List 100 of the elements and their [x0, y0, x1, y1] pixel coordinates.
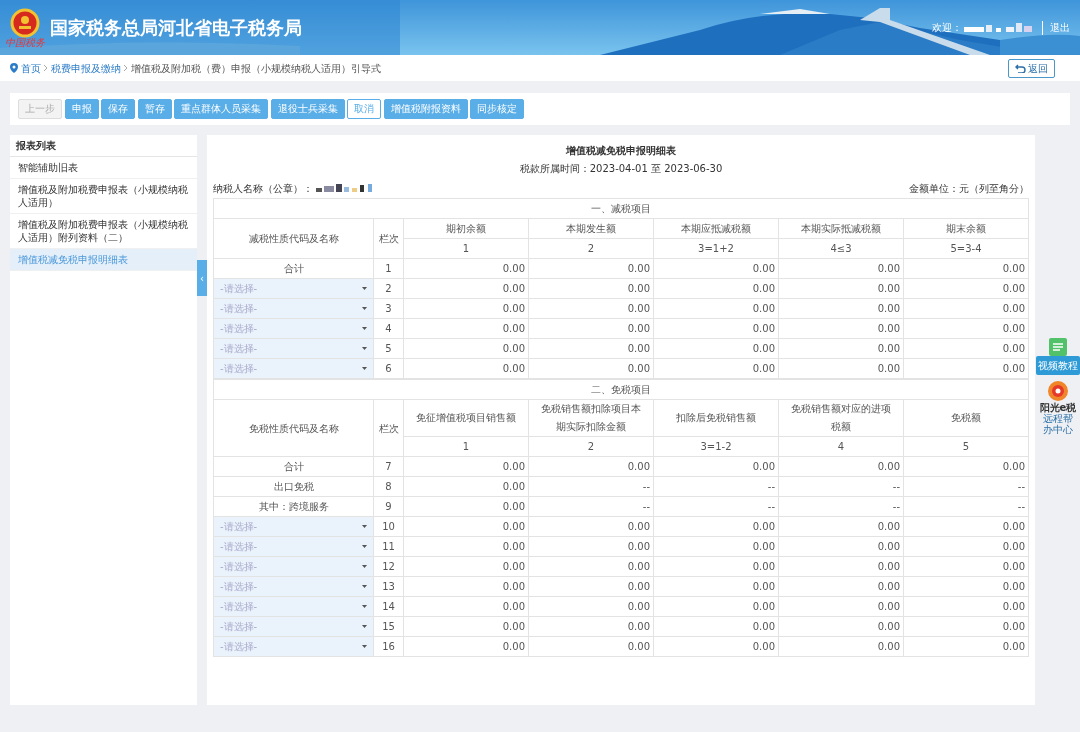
caret-icon [362, 605, 367, 608]
select-field[interactable]: -请选择- [214, 597, 373, 616]
select-field[interactable]: -请选择- [214, 339, 373, 358]
select-field[interactable]: -请选择- [214, 617, 373, 636]
amount-cell: 0.00 [752, 601, 775, 612]
amount-cell: 0.00 [627, 641, 650, 652]
chevron-icon [123, 64, 128, 72]
line-number: 9 [385, 501, 392, 512]
line-number: 8 [385, 481, 392, 492]
amount-cell: 0.00 [627, 541, 650, 552]
toolbar-button[interactable]: 退役士兵采集 [270, 99, 345, 119]
taxpayer-label: 纳税人名称（公章）： [213, 181, 313, 196]
row-label: 出口免税 [273, 481, 314, 492]
line-number: 11 [382, 541, 395, 552]
amount-cell: 0.00 [502, 363, 525, 374]
section-title: 二、免税项目 [591, 384, 651, 395]
amount-cell: 0.00 [627, 561, 650, 572]
caret-icon [362, 525, 367, 528]
caret-icon [362, 625, 367, 628]
toolbar-button[interactable]: 重点群体人员采集 [174, 99, 268, 119]
select-field[interactable]: -请选择- [214, 359, 373, 378]
select-field[interactable]: -请选择- [214, 279, 373, 298]
document-icon [1049, 338, 1067, 356]
line-number: 3 [385, 303, 392, 314]
amount-cell: 0.00 [627, 581, 650, 592]
amount-cell: 0.00 [752, 461, 775, 472]
select-field[interactable]: -请选择- [214, 577, 373, 596]
line-number: 10 [382, 521, 395, 532]
select-field[interactable]: -请选择- [214, 537, 373, 556]
video-tutorial-button[interactable]: 视频教程 [1036, 356, 1080, 375]
select-field[interactable]: -请选择- [214, 319, 373, 338]
back-button[interactable]: 返回 [1007, 58, 1055, 78]
column-header: 扣除后免税销售额 [676, 411, 756, 425]
amount-cell: 0.00 [1002, 521, 1025, 532]
amount-cell: 0.00 [502, 323, 525, 334]
caret-icon [362, 307, 367, 310]
amount-cell: 0.00 [1002, 641, 1025, 652]
form-title: 增值税减免税申报明细表 [566, 145, 676, 156]
amount-cell: 0.00 [502, 581, 525, 592]
line-number: 12 [382, 561, 395, 572]
amount-cell: 0.00 [502, 263, 525, 274]
line-number: 2 [385, 283, 392, 294]
sidebar-item[interactable]: 智能辅助旧表 [10, 157, 197, 179]
column-code: 3=1-2 [700, 441, 732, 452]
toolbar-button[interactable]: 保存 [101, 99, 135, 119]
sidebar-item[interactable]: 增值税及附加税费申报表（小规模纳税人适用） [10, 179, 197, 214]
collapse-handle[interactable]: ‹ [197, 260, 207, 296]
amount-cell: 0.00 [877, 581, 900, 592]
chevron-icon [43, 64, 48, 72]
column-code: 4 [837, 441, 845, 452]
amount-cell: -- [642, 481, 650, 492]
line-number: 16 [382, 641, 395, 652]
sun-logo-icon [1047, 380, 1069, 402]
amount-cell: -- [892, 481, 900, 492]
logout-link[interactable]: 退出 [1050, 20, 1070, 35]
column-header: 本期发生额 [566, 221, 616, 236]
amount-cell: 0.00 [1002, 541, 1025, 552]
section-title: 一、减税项目 [591, 203, 651, 214]
amount-cell: 0.00 [1002, 303, 1025, 314]
select-field[interactable]: -请选择- [214, 517, 373, 536]
amount-cell: 0.00 [752, 263, 775, 274]
column-header: 期末余额 [946, 221, 986, 236]
amount-cell: 0.00 [1002, 621, 1025, 632]
line-number: 15 [382, 621, 395, 632]
amount-cell: 0.00 [627, 323, 650, 334]
column-header: 免征增值税项目销售额 [416, 411, 516, 425]
column-code: 4≤3 [830, 243, 852, 254]
amount-cell: 0.00 [627, 363, 650, 374]
select-field[interactable]: -请选择- [214, 637, 373, 656]
amount-cell: 0.00 [627, 521, 650, 532]
amount-cell: 0.00 [877, 541, 900, 552]
amount-cell: -- [892, 501, 900, 512]
amount-cell: -- [767, 481, 775, 492]
toolbar-button[interactable]: 增值税附报资料 [383, 99, 468, 119]
caret-icon [362, 287, 367, 290]
breadcrumb-link[interactable]: 首页 [20, 60, 41, 76]
column-code: 1 [462, 243, 470, 254]
toolbar-button[interactable]: 同步核定 [470, 99, 524, 119]
amount-cell: 0.00 [627, 621, 650, 632]
column-header: 本期应抵减税额 [681, 221, 751, 236]
row-label: 合计 [283, 263, 304, 274]
select-field[interactable]: -请选择- [214, 299, 373, 318]
emblem-icon [10, 7, 40, 38]
amount-cell: 0.00 [752, 303, 775, 314]
toolbar-button[interactable]: 申报 [64, 99, 99, 119]
toolbar-button[interactable]: 暂存 [137, 99, 172, 119]
sidebar-item[interactable]: 增值税减免税申报明细表 [10, 249, 197, 271]
column-code: 2 [587, 441, 595, 452]
select-field[interactable]: -请选择- [214, 557, 373, 576]
line-number: 6 [385, 363, 392, 374]
amount-cell: 0.00 [752, 283, 775, 294]
column-code: 2 [587, 243, 595, 254]
amount-cell: 0.00 [1002, 363, 1025, 374]
location-pin-icon [10, 63, 18, 73]
toolbar-button[interactable]: 取消 [347, 99, 381, 119]
caret-icon [362, 347, 367, 350]
breadcrumb-link[interactable]: 税费申报及缴纳 [50, 60, 121, 76]
caret-icon [362, 645, 367, 648]
welcome-label: 欢迎： [931, 21, 962, 35]
period-text: 税款所属时间：2023-04-01 至 2023-06-30 [519, 162, 723, 174]
